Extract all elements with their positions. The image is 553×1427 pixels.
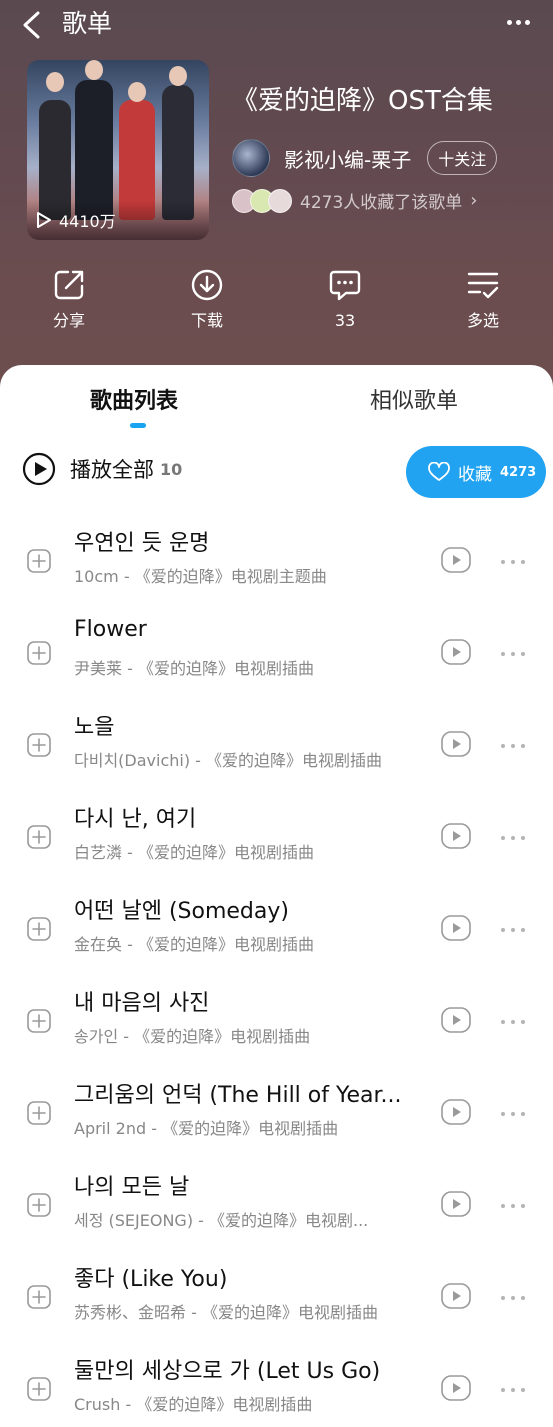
song-more-icon[interactable] xyxy=(498,829,532,841)
download-icon xyxy=(191,269,223,301)
play-video-icon[interactable] xyxy=(441,547,471,573)
play-video-icon[interactable] xyxy=(441,1191,471,1217)
add-to-playlist-icon[interactable] xyxy=(27,641,51,665)
song-row[interactable]: 좋다 (Like You) 苏秀彬、金昭希 - 《爱的迫降》电视剧插曲 xyxy=(0,1239,553,1331)
song-title: 다시 난, 여기 xyxy=(74,807,197,832)
song-row[interactable]: 그리움의 언덕 (The Hill of Year... April 2nd - … xyxy=(0,1055,553,1147)
share-icon xyxy=(54,270,84,300)
fan-avatar xyxy=(268,188,292,213)
song-title: 둘만의 세상으로 가 (Let Us Go) xyxy=(74,1359,381,1384)
song-more-icon[interactable] xyxy=(498,553,532,565)
playlist-cover[interactable]: 4410万 xyxy=(27,60,209,240)
add-to-playlist-icon[interactable] xyxy=(27,825,51,849)
playlist-header: 歌单 4410万 《爱的迫降》OST合集 影视小编-栗子 十关注 4273人收藏… xyxy=(0,0,553,400)
song-title: 그리움의 언덕 (The Hill of Year... xyxy=(74,1083,402,1108)
song-subtitle: 白艺潾 - 《爱的迫降》电视剧插曲 xyxy=(74,843,314,862)
play-video-icon[interactable] xyxy=(441,1375,471,1401)
song-more-icon[interactable] xyxy=(498,645,532,657)
favorites-count: 4273人收藏了该歌单 xyxy=(300,193,463,213)
comment-button[interactable]: 33 xyxy=(305,268,385,332)
comment-icon xyxy=(329,270,361,301)
tab-indicator xyxy=(130,423,146,428)
song-more-icon[interactable] xyxy=(498,737,532,749)
play-count: 4410万 xyxy=(37,208,116,232)
favorites-row[interactable]: 4273人收藏了该歌单 › xyxy=(232,188,477,213)
play-all-button[interactable]: 播放全部 10 xyxy=(22,452,182,486)
play-video-icon[interactable] xyxy=(441,823,471,849)
play-video-icon[interactable] xyxy=(441,915,471,941)
follow-button[interactable]: 十关注 xyxy=(427,141,498,175)
song-title: 우연인 듯 운명 xyxy=(74,531,210,556)
song-row[interactable]: 노을다비치(Davichi) - 《爱的迫降》电视剧插曲 xyxy=(0,687,553,779)
add-to-playlist-icon[interactable] xyxy=(27,1009,51,1033)
back-icon[interactable] xyxy=(20,10,44,40)
song-row[interactable]: 내 마음의 사진송가인 - 《爱的迫降》电视剧插曲 xyxy=(0,963,553,1055)
play-video-icon[interactable] xyxy=(441,1283,471,1309)
song-row[interactable]: Flower 尹美莱 - 《爱的迫降》电视剧插曲 xyxy=(0,595,553,687)
song-list-panel: 歌曲列表 相似歌单 播放全部 10 收藏 4273 우연인 듯 운명 10cm -… xyxy=(0,365,553,1427)
song-title: 어떤 날엔 (Someday) xyxy=(74,899,289,924)
download-button[interactable]: 下载 xyxy=(167,268,247,332)
more-options-icon[interactable] xyxy=(505,14,539,32)
song-subtitle: 金在奂 - 《爱的迫降》电视剧插曲 xyxy=(74,935,314,954)
song-more-icon[interactable] xyxy=(498,1197,532,1209)
song-subtitle: 10cm - 《爱的迫降》电视剧主题曲 xyxy=(74,567,327,586)
creator-row: 影视小编-栗子 十关注 xyxy=(232,139,498,177)
creator-name[interactable]: 影视小编-栗子 xyxy=(284,144,411,173)
action-bar: 分享 下载 33 多选 xyxy=(0,268,553,348)
song-more-icon[interactable] xyxy=(498,921,532,933)
add-to-playlist-icon[interactable] xyxy=(27,549,51,573)
add-to-playlist-icon[interactable] xyxy=(27,1285,51,1309)
tab-song-list[interactable]: 歌曲列表 xyxy=(90,383,178,415)
play-video-icon[interactable] xyxy=(441,639,471,665)
song-title: 내 마음의 사진 xyxy=(74,991,210,1016)
chevron-right-icon: › xyxy=(470,190,478,211)
creator-avatar[interactable] xyxy=(232,139,270,177)
song-row[interactable]: 어떤 날엔 (Someday) 金在奂 - 《爱的迫降》电视剧插曲 xyxy=(0,871,553,963)
song-more-icon[interactable] xyxy=(498,1013,532,1025)
add-to-playlist-icon[interactable] xyxy=(27,733,51,757)
add-to-playlist-icon[interactable] xyxy=(27,1101,51,1125)
multi-select-icon xyxy=(467,272,499,299)
song-row[interactable]: 둘만의 세상으로 가 (Let Us Go) Crush - 《爱的迫降》电视剧插… xyxy=(0,1331,553,1423)
add-to-playlist-icon[interactable] xyxy=(27,1377,51,1401)
page-title: 歌单 xyxy=(62,9,113,38)
song-more-icon[interactable] xyxy=(498,1289,532,1301)
play-video-icon[interactable] xyxy=(441,1007,471,1033)
song-row[interactable]: 나의 모든 날세정 (SEJEONG) - 《爱的迫降》电视剧... xyxy=(0,1147,553,1239)
song-title: 나의 모든 날 xyxy=(74,1175,190,1200)
song-subtitle: 尹美莱 - 《爱的迫降》电视剧插曲 xyxy=(74,659,314,678)
collect-button[interactable]: 收藏 4273 xyxy=(406,446,546,498)
song-title: 좋다 (Like You) xyxy=(74,1267,228,1292)
song-subtitle: 송가인 - 《爱的迫降》电视剧插曲 xyxy=(74,1027,311,1046)
heart-icon xyxy=(428,462,450,481)
play-count-icon xyxy=(37,212,51,228)
song-subtitle: 세정 (SEJEONG) - 《爱的迫降》电视剧... xyxy=(74,1211,369,1230)
song-subtitle: 다비치(Davichi) - 《爱的迫降》电视剧插曲 xyxy=(74,751,383,770)
tab-similar-playlists[interactable]: 相似歌单 xyxy=(370,383,458,415)
add-to-playlist-icon[interactable] xyxy=(27,1193,51,1217)
song-subtitle: Crush - 《爱的迫降》电视剧插曲 xyxy=(74,1395,313,1414)
song-more-icon[interactable] xyxy=(498,1381,532,1393)
play-video-icon[interactable] xyxy=(441,1099,471,1125)
add-to-playlist-icon[interactable] xyxy=(27,917,51,941)
play-circle-icon xyxy=(22,452,56,486)
top-bar: 歌单 xyxy=(0,0,553,50)
share-button[interactable]: 分享 xyxy=(29,268,109,332)
song-row[interactable]: 우연인 듯 운명 10cm - 《爱的迫降》电视剧主题曲 xyxy=(0,503,553,595)
multi-select-button[interactable]: 多选 xyxy=(443,268,523,332)
song-title: 노을 xyxy=(74,715,115,740)
playlist-title: 《爱的迫降》OST合集 xyxy=(232,86,493,116)
play-video-icon[interactable] xyxy=(441,731,471,757)
song-subtitle: April 2nd - 《爱的迫降》电视剧插曲 xyxy=(74,1119,339,1138)
song-title: Flower xyxy=(74,617,147,642)
song-subtitle: 苏秀彬、金昭希 - 《爱的迫降》电视剧插曲 xyxy=(74,1303,378,1322)
song-row[interactable]: 다시 난, 여기 白艺潾 - 《爱的迫降》电视剧插曲 xyxy=(0,779,553,871)
song-more-icon[interactable] xyxy=(498,1105,532,1117)
